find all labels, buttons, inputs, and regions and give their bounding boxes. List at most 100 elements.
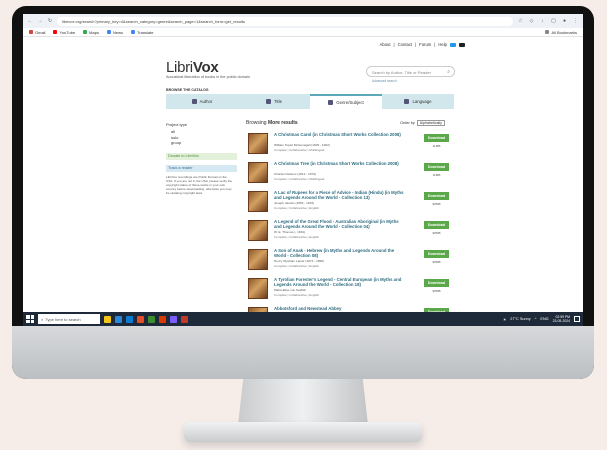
twitter-icon[interactable] — [450, 42, 456, 47]
order-select[interactable]: Alphabetically — [416, 120, 445, 126]
browse-catalog-label: BROWSE THE CATALOG — [166, 88, 209, 92]
project-type-header: Project type — [166, 122, 188, 127]
tray-chevron-icon[interactable]: ^ — [535, 317, 537, 321]
tab-title[interactable]: Title — [238, 94, 310, 109]
donate-link[interactable]: Donate to LibriVox — [166, 152, 237, 160]
download-button[interactable]: Download — [424, 279, 449, 287]
bookmark-translate[interactable]: Translate — [130, 30, 154, 35]
browser-toolbar: ← → ↻ librivox.org/search?primary_key=4&… — [23, 14, 583, 28]
download-button[interactable]: Download — [424, 134, 449, 142]
librivox-logo[interactable]: LibriVox — [166, 59, 219, 76]
result-author[interactable]: William Topaz McGonagall (1825 - 1902) — [274, 143, 330, 147]
result-title[interactable]: Abbotsford and Newstead Abbey — [274, 306, 404, 311]
result-title[interactable]: A Christmas Carol (in Christmas Short Wo… — [274, 132, 404, 137]
result-title[interactable]: A Legend of the Great Flood - Australian… — [274, 219, 404, 229]
result-author[interactable]: W. E. Thomas (- 1934) — [274, 230, 305, 234]
nav-about[interactable]: About — [380, 42, 391, 47]
extensions-icon[interactable]: ◇ — [528, 18, 535, 24]
rss-icon[interactable] — [459, 42, 465, 47]
taskbar-app-icon[interactable] — [126, 315, 133, 323]
result-item: A Lac of Rupees for a Piece of Advice - … — [246, 190, 456, 219]
tagline: Acoustical liberation of books in the pu… — [166, 75, 251, 79]
language-indicator[interactable]: ENG — [540, 317, 548, 321]
file-size: 98MB — [432, 231, 441, 235]
cover-thumbnail[interactable] — [248, 133, 268, 154]
download-button[interactable]: Download — [424, 163, 449, 171]
taskbar-search-input[interactable]: ⌕ Type here to search — [38, 314, 100, 324]
notification-icon[interactable] — [574, 316, 580, 322]
search-icon: ⌕ — [41, 316, 44, 322]
result-title[interactable]: A Lac of Rupees for a Piece of Advice - … — [274, 190, 404, 200]
nav-forum[interactable]: Forum — [419, 42, 431, 47]
file-size: 11MB — [432, 173, 441, 177]
tab-author[interactable]: Author — [166, 94, 238, 109]
result-item: A Legend of the Great Flood - Australian… — [246, 219, 456, 248]
taskbar-app-icon[interactable] — [159, 315, 166, 323]
weather-icon[interactable]: ☀ — [503, 317, 506, 322]
forward-icon[interactable]: → — [37, 18, 43, 24]
track-reader-link[interactable]: Track a reader — [166, 164, 237, 172]
person-icon — [191, 99, 197, 104]
taskbar-app-icon[interactable] — [148, 315, 155, 323]
bookmark-gmail[interactable]: Gmail — [29, 30, 45, 35]
download-button[interactable]: Download — [424, 250, 449, 258]
result-title[interactable]: A Christmas Tree (in Christmas Short Wor… — [274, 161, 404, 166]
order-by: Order by Alphabetically — [400, 120, 445, 126]
nav-contact[interactable]: Contact — [398, 42, 412, 47]
menu-icon[interactable]: ⋮ — [572, 18, 579, 24]
monitor-stand-neck — [238, 379, 368, 425]
taskbar-app-icon[interactable] — [104, 315, 111, 323]
back-icon[interactable]: ← — [27, 18, 33, 24]
result-author[interactable]: Maria Elise von Seidlitz — [274, 288, 306, 292]
result-meta: Complete | Collaborative | English — [274, 263, 320, 268]
system-tray: ☀ 27°C Sunny ^ ENG — [503, 317, 549, 322]
reload-icon[interactable]: ↻ — [47, 18, 53, 24]
star-icon[interactable]: ☆ — [517, 18, 524, 24]
search-icon[interactable]: ⌕ — [447, 69, 450, 75]
taskbar-app-icon[interactable] — [137, 315, 144, 323]
bookmark-news[interactable]: News — [106, 30, 123, 35]
result-title[interactable]: A Son of Anak - Hebrew (in Myths and Leg… — [274, 248, 404, 258]
cover-thumbnail[interactable] — [248, 220, 268, 241]
results-list: A Christmas Carol (in Christmas Short Wo… — [246, 132, 456, 326]
tab-genre-subject[interactable]: Genre/Subject — [310, 94, 382, 109]
youtube-icon — [53, 30, 58, 34]
search-input[interactable]: Search by Author, Title or Reader ⌕ — [366, 66, 455, 77]
all-bookmarks[interactable]: All Bookmarks — [545, 30, 577, 35]
profile-icon[interactable]: ● — [561, 18, 568, 24]
weather-text[interactable]: 27°C Sunny — [510, 317, 530, 321]
result-author[interactable]: Charles Dickens (1812 - 1870) — [274, 172, 316, 176]
cover-thumbnail[interactable] — [248, 249, 268, 270]
bookmark-maps[interactable]: Maps — [83, 30, 99, 35]
nav-help[interactable]: Help — [438, 42, 447, 47]
screen: ← → ↻ librivox.org/search?primary_key=4&… — [23, 14, 583, 326]
clock[interactable]: 02:59 PM 23-05-2024 — [553, 315, 570, 323]
shelf-icon — [328, 100, 334, 105]
bookmark-youtube[interactable]: YouTube — [53, 30, 75, 35]
file-size: 98MB — [432, 289, 441, 293]
taskbar-app-icon[interactable] — [170, 315, 177, 323]
result-author[interactable]: Joseph Jacobs (1854 - 1916) — [274, 201, 314, 205]
download-icon[interactable]: ↓ — [539, 18, 546, 24]
windows-start-icon[interactable] — [26, 315, 34, 323]
news-icon — [106, 30, 111, 34]
result-title[interactable]: A Tyrolian Forester's Legend - Central E… — [274, 277, 404, 287]
filter-group[interactable]: group — [166, 140, 237, 146]
cover-thumbnail[interactable] — [248, 162, 268, 183]
taskbar-app-icon[interactable] — [115, 315, 122, 323]
advanced-search-link[interactable]: Advanced search — [372, 79, 397, 83]
file-size: 11MB — [432, 144, 441, 148]
cover-thumbnail[interactable] — [248, 278, 268, 299]
tab-language[interactable]: Language — [382, 94, 454, 109]
download-button[interactable]: Download — [424, 192, 449, 200]
monitor-stand-base — [184, 422, 422, 442]
cover-thumbnail[interactable] — [248, 191, 268, 212]
sidepanel-icon[interactable]: ▢ — [550, 18, 557, 24]
taskbar-app-icon[interactable] — [181, 315, 188, 323]
result-meta: Complete | Collaborative | English — [274, 205, 320, 210]
download-button[interactable]: Download — [424, 221, 449, 229]
address-bar[interactable]: librivox.org/search?primary_key=4&search… — [57, 16, 513, 26]
bookmarks-bar: Gmail YouTube Maps News Translate All Bo… — [23, 28, 583, 37]
result-author[interactable]: Henry Wysham Lanier (1873 - 1958) — [274, 259, 324, 263]
flag-icon — [404, 99, 410, 104]
